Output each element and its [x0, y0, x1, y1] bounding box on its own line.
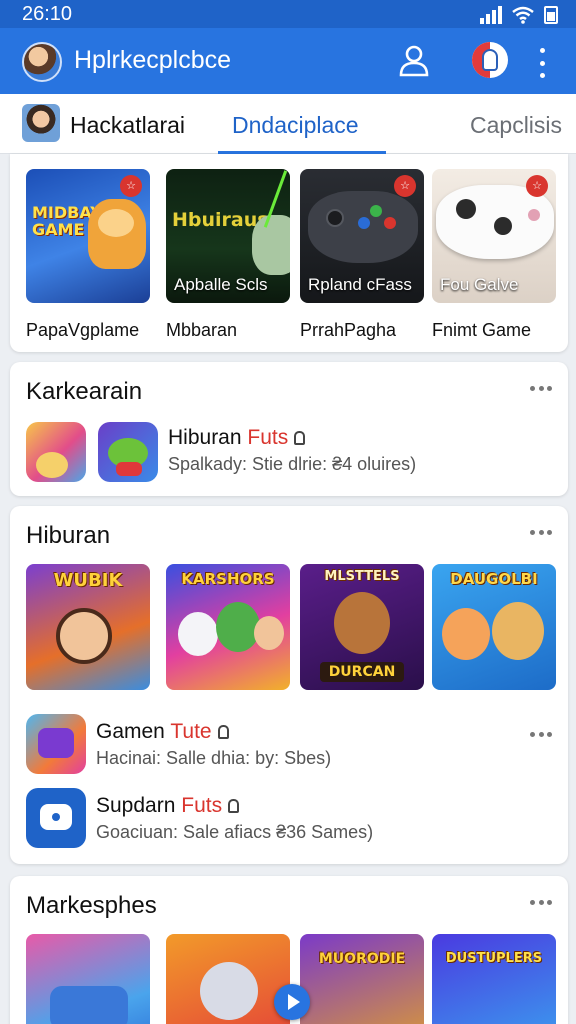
section-title: Karkearain [26, 378, 143, 405]
tile-button-dot [358, 217, 370, 229]
game-tile-character [442, 608, 490, 660]
featured-tile[interactable]: MIDBAY GAME ☆ [26, 169, 150, 303]
lock-icon [228, 799, 240, 813]
lock-icon [217, 725, 229, 739]
tile-badge: ☆ [394, 175, 416, 197]
game-tile-character [178, 612, 218, 656]
status-icons [480, 4, 558, 24]
game-tile-character [200, 962, 258, 1020]
status-bar: 26:10 [0, 0, 576, 28]
account-avatar-button[interactable] [472, 42, 508, 78]
tile-character-face [98, 209, 134, 237]
section-more-icon[interactable] [530, 386, 552, 392]
featured-tile[interactable]: Hbuiraus Apballe Scls [166, 169, 290, 303]
list-item-more-icon[interactable] [530, 732, 552, 738]
app-icon [26, 788, 86, 848]
app-bar: Hplrkecplcbce [0, 28, 576, 94]
chat-bubble-dot [52, 813, 60, 821]
profile-icon[interactable] [396, 42, 432, 78]
app-title: Hplrkecplcbce [74, 46, 232, 74]
more-options-icon[interactable] [532, 48, 552, 78]
app-name: Supdarn Futs [96, 794, 240, 818]
app-name[interactable]: Hiburan Futs [168, 426, 306, 450]
lock-icon [294, 431, 306, 445]
list-item[interactable]: Supdarn Futs Goaciuan: Sale afiacs ₴36 S… [10, 788, 568, 852]
battery-icon [544, 6, 558, 24]
featured-tile[interactable]: ☆ Rpland cFass [300, 169, 424, 303]
app-name: Gamen Tute [96, 720, 229, 744]
game-tile[interactable]: KARSHORS [166, 564, 290, 690]
tile-stick [494, 217, 512, 235]
section-hiburan: Hiburan WUBIK KARSHORS MLSTTELS DURCAN D… [10, 506, 568, 864]
app-icon[interactable] [98, 422, 158, 482]
tile-stick [326, 209, 344, 227]
app-subtitle: Goaciuan: Sale afiacs ₴36 Sames) [96, 822, 374, 842]
section-karkearain: Karkearain Hiburan Futs Spalkady: Stie d… [10, 362, 568, 496]
game-tile-title: MLSTTELS [324, 569, 400, 584]
game-tile[interactable] [26, 934, 150, 1024]
app-icon-character [36, 452, 68, 478]
game-tile[interactable]: DUSTUPLERS [432, 934, 556, 1024]
tile-badge: ☆ [526, 175, 548, 197]
game-tile[interactable]: WUBIK [26, 564, 150, 690]
app-subtitle: Spalkady: Stie dlrie: ₴4 oluires) [168, 454, 417, 474]
game-tile-title: KARSHORS [181, 570, 275, 588]
signal-icon [480, 6, 502, 24]
tab-bar: Hackatlarai Dndaciplace Capclisis [0, 94, 576, 154]
game-tile-title: DUSTUPLERS [445, 951, 543, 966]
app-icon-character-body [116, 462, 142, 476]
section-more-icon[interactable] [530, 900, 552, 906]
tile-button-dot [528, 209, 540, 221]
game-tile-character [492, 602, 544, 660]
app-icon[interactable] [26, 422, 86, 482]
featured-tile[interactable]: ☆ Fou Galve [432, 169, 556, 303]
section-more-icon[interactable] [530, 530, 552, 536]
list-item[interactable]: Gamen Tute Hacinai: Salle dhia: by: Sbes… [10, 714, 568, 778]
game-tile-title: WUBIK [53, 570, 123, 591]
tile-overlay-label: Apballe Scls [174, 275, 268, 294]
wifi-icon [512, 6, 534, 24]
game-tile[interactable]: DAUGOLBI [432, 564, 556, 690]
game-tile-character [216, 602, 260, 652]
tile-overlay-label: Fou Galve [440, 275, 519, 294]
tile-overlay-label: Rpland cFass [308, 275, 412, 294]
app-icon [26, 714, 86, 774]
game-tile-character [56, 608, 112, 664]
tile-badge: ☆ [120, 175, 142, 197]
tab-hackatlarai[interactable]: Hackatlarai [70, 112, 185, 139]
game-tile[interactable]: MLSTTELS DURCAN [300, 564, 424, 690]
game-tile-title: DAUGOLBI [450, 570, 538, 588]
tile-caption[interactable]: PrrahPagha [300, 320, 396, 341]
tab-avatar [22, 104, 60, 142]
tile-caption[interactable]: Mbbaran [166, 320, 237, 341]
section-title: Markesphes [26, 892, 157, 919]
game-tile[interactable]: MUORODIE [300, 934, 424, 1024]
featured-carousel: MIDBAY GAME ☆ PapaVgplame Hbuiraus Apbal… [10, 154, 568, 352]
play-icon[interactable] [274, 984, 310, 1020]
game-tile[interactable] [166, 934, 290, 1024]
tile-button-dot [370, 205, 382, 217]
game-tile-title: MUORODIE [318, 951, 406, 967]
tile-controller-shape [252, 215, 290, 275]
tile-caption[interactable]: Fnimt Game [432, 320, 531, 341]
app-logo [22, 42, 62, 82]
tile-button-dot [384, 217, 396, 229]
game-tile-character [334, 592, 390, 654]
tile-stick [456, 199, 476, 219]
app-subtitle: Hacinai: Salle dhia: by: Sbes) [96, 748, 332, 768]
app-icon-character [38, 728, 74, 758]
game-tile-character [254, 616, 284, 650]
tile-caption[interactable]: PapaVgplame [26, 320, 139, 341]
status-time: 26:10 [22, 3, 73, 25]
section-title: Hiburan [26, 522, 111, 549]
game-tile-vehicle [50, 986, 128, 1024]
game-tile-banner: DURCAN [320, 662, 404, 682]
tab-capclisis[interactable]: Capclisis [470, 112, 562, 139]
tab-dndaciplace[interactable]: Dndaciplace [232, 112, 359, 139]
